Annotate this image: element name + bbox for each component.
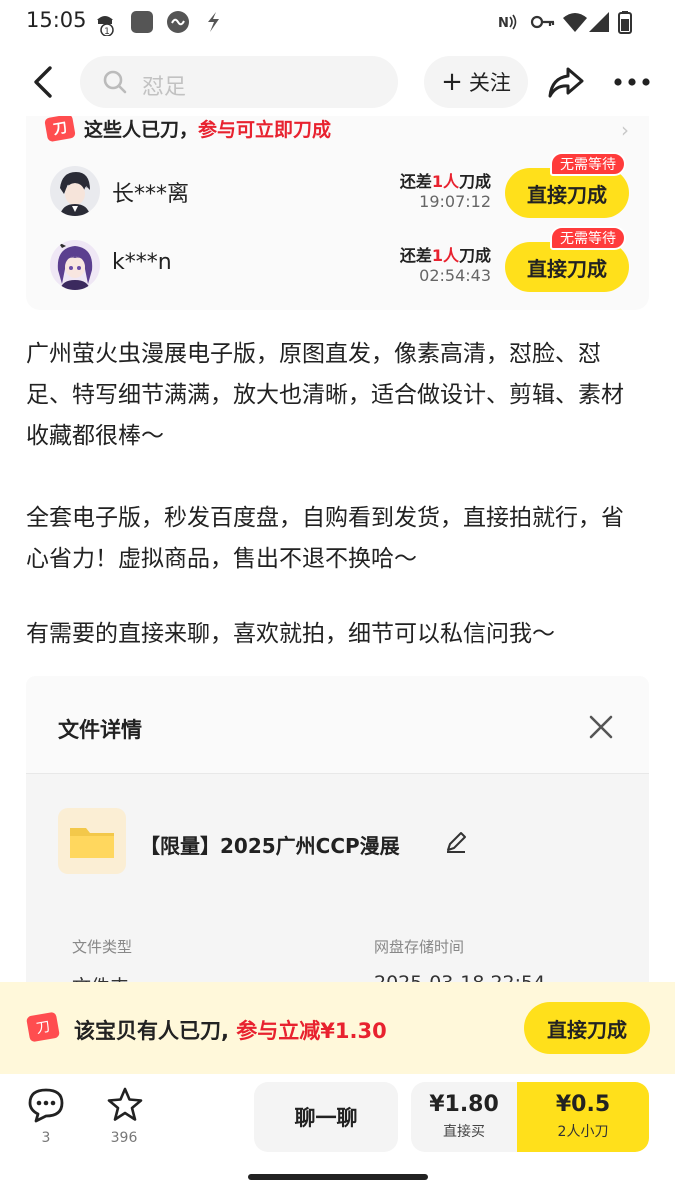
follow-button[interactable]: + 关注 bbox=[424, 56, 528, 108]
user-name: k***n bbox=[112, 250, 172, 275]
cut-logo-icon: 刀 bbox=[25, 1011, 61, 1043]
buy-price: ¥1.80 bbox=[429, 1092, 499, 1117]
countdown-timer: 02:54:43 bbox=[419, 266, 491, 285]
storage-time-label: 网盘存储时间 bbox=[374, 938, 465, 956]
buy-now-button[interactable]: ¥1.80 直接买 bbox=[411, 1082, 517, 1152]
description-paragraph: 有需要的直接来聊，喜欢就拍，细节可以私信问我～ bbox=[26, 621, 555, 647]
promo-highlight: 参与立减¥1.30 bbox=[236, 1019, 387, 1043]
folder-icon bbox=[58, 808, 126, 874]
need-count-text: 还差1人刀成 bbox=[399, 172, 491, 191]
edit-icon bbox=[447, 832, 466, 853]
cut-card: 刀 这些人已刀， 参与可立即刀成 › 长***离 还差1人刀成 19:07:12… bbox=[26, 116, 649, 310]
chat-button[interactable]: 聊一聊 bbox=[254, 1082, 398, 1152]
status-time: 15:05 bbox=[26, 8, 87, 32]
need-count-text: 还差1人刀成 bbox=[399, 246, 491, 265]
energy-icon bbox=[208, 12, 219, 32]
search-icon bbox=[103, 70, 127, 94]
comment-count: 3 bbox=[41, 1130, 51, 1146]
svg-text:1: 1 bbox=[104, 27, 110, 36]
no-wait-badge: 无需等待 bbox=[550, 226, 626, 250]
file-name: 【限量】2025广州CCP漫展 bbox=[140, 834, 400, 858]
avatar bbox=[50, 166, 100, 216]
back-icon[interactable] bbox=[24, 62, 64, 102]
file-detail-title: 文件详情 bbox=[58, 718, 142, 742]
search-input[interactable]: 怼足 bbox=[80, 56, 398, 108]
cut-logo-icon: 刀 bbox=[44, 116, 76, 143]
promo-text: 该宝贝有人已刀, 参与立减¥1.30 bbox=[74, 1019, 387, 1043]
signal-icon bbox=[589, 12, 609, 32]
battery-icon bbox=[618, 11, 632, 34]
home-indicator[interactable] bbox=[248, 1174, 428, 1180]
small-cut-label: 2人小刀 bbox=[557, 1124, 609, 1140]
no-wait-badge: 无需等待 bbox=[550, 152, 626, 176]
cut-row: k***n 还差1人刀成 02:54:43 直接刀成 无需等待 bbox=[26, 226, 649, 300]
cut-promo-bar: 刀 该宝贝有人已刀, 参与立减¥1.30 直接刀成 bbox=[0, 982, 675, 1074]
chevron-right-icon[interactable]: › bbox=[621, 118, 629, 142]
small-cut-button[interactable]: ¥0.5 2人小刀 bbox=[517, 1082, 649, 1152]
cut-card-header-highlight: 参与可立即刀成 bbox=[198, 118, 332, 141]
file-type-label: 文件类型 bbox=[72, 938, 133, 956]
file-detail-header: 文件详情 bbox=[26, 676, 649, 774]
app-icon bbox=[131, 11, 153, 33]
key-icon bbox=[530, 15, 555, 29]
notification-icon: 1 bbox=[97, 16, 114, 36]
countdown-timer: 19:07:12 bbox=[419, 192, 491, 211]
close-icon bbox=[589, 715, 613, 739]
favorite-count: 396 bbox=[110, 1130, 138, 1146]
direct-cut-button[interactable]: 直接刀成 bbox=[524, 1002, 650, 1054]
link-icon bbox=[167, 11, 189, 33]
cut-row: 长***离 还差1人刀成 19:07:12 直接刀成 无需等待 bbox=[26, 152, 649, 226]
cut-card-header: 刀 这些人已刀， 参与可立即刀成 bbox=[44, 116, 332, 143]
cut-card-header-text: 这些人已刀， bbox=[84, 118, 199, 141]
status-bar: 15:05 1 N bbox=[0, 0, 675, 44]
star-icon[interactable] bbox=[106, 1086, 144, 1124]
description-paragraph: 全套电子版，秒发百度盘，自购看到发货，直接拍就行，省心省力！虚拟商品，售出不退不… bbox=[26, 505, 624, 572]
bottom-action-bar: 3 396 聊一聊 ¥1.80 直接买 ¥0.5 2人小刀 bbox=[0, 1074, 675, 1168]
avatar bbox=[50, 240, 100, 290]
buy-label: 直接买 bbox=[443, 1124, 485, 1140]
nfc-icon: N bbox=[498, 14, 517, 31]
comment-icon[interactable] bbox=[26, 1086, 66, 1124]
follow-label: 关注 bbox=[468, 71, 511, 95]
share-icon[interactable] bbox=[546, 63, 586, 101]
search-placeholder: 怼足 bbox=[142, 75, 187, 100]
description-paragraph: 广州萤火虫漫展电子版，原图直发，像素高清，怼脸、怼足、特写细节满满，放大也清晰，… bbox=[26, 341, 624, 449]
product-image[interactable]: 文件详情 【限量】2025广州CCP漫展 文件类型 网盘存储时间 文件夹 202… bbox=[26, 676, 649, 986]
small-cut-price: ¥0.5 bbox=[555, 1092, 611, 1117]
more-icon[interactable] bbox=[612, 65, 652, 99]
plus-icon: + bbox=[441, 67, 463, 97]
wifi-icon bbox=[563, 13, 587, 32]
svg-text:N: N bbox=[498, 16, 509, 31]
user-name: 长***离 bbox=[112, 182, 190, 207]
top-nav: 怼足 + 关注 bbox=[0, 50, 675, 116]
